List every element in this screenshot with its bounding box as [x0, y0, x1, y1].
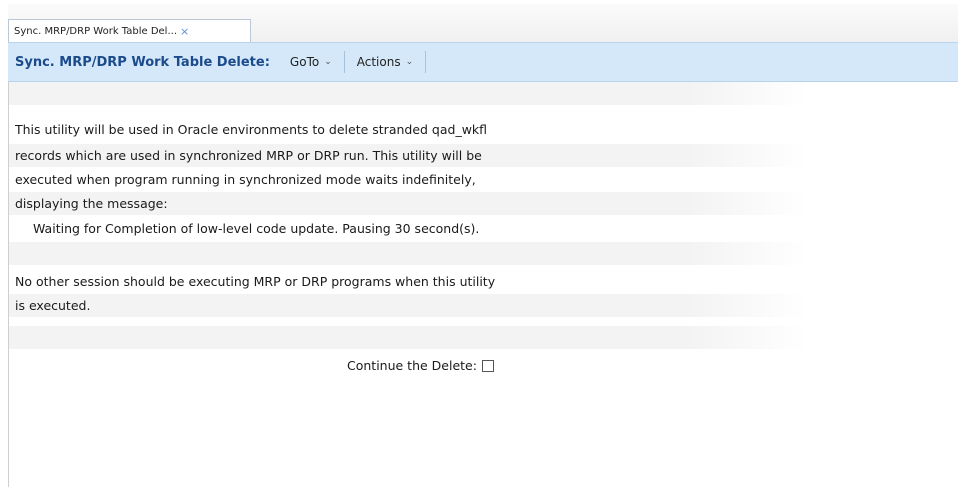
- chevron-down-icon: ⌄: [405, 57, 414, 67]
- tab-label: Sync. MRP/DRP Work Table Del...: [14, 25, 177, 37]
- toolbar-divider: [425, 51, 427, 73]
- toolbar: Sync. MRP/DRP Work Table Delete: GoTo ⌄ …: [8, 42, 958, 82]
- goto-label: GoTo: [289, 55, 320, 69]
- tab-strip: Sync. MRP/DRP Work Table Del... ×: [0, 0, 958, 42]
- message-line: Waiting for Completion of low-level code…: [33, 221, 480, 236]
- goto-menu[interactable]: GoTo ⌄: [278, 55, 344, 69]
- actions-label: Actions: [356, 55, 401, 69]
- spacer-row: [9, 82, 809, 105]
- spacer-row: [9, 326, 809, 349]
- text-line: No other session should be executing MRP…: [15, 274, 496, 289]
- text-line: This utility will be used in Oracle envi…: [15, 122, 488, 137]
- continue-delete-label: Continue the Delete:: [347, 358, 477, 373]
- spacer-row: [9, 242, 809, 265]
- actions-menu[interactable]: Actions ⌄: [345, 55, 425, 69]
- tab-sync-mrp-drp[interactable]: Sync. MRP/DRP Work Table Del... ×: [8, 19, 251, 42]
- continue-delete-checkbox[interactable]: [481, 359, 494, 372]
- text-line: records which are used in synchronized M…: [9, 144, 809, 167]
- chevron-down-icon: ⌄: [324, 57, 332, 67]
- text-line: executed when program running in synchro…: [15, 172, 476, 187]
- content-panel: This utility will be used in Oracle envi…: [8, 82, 958, 487]
- page-title: Sync. MRP/DRP Work Table Delete:: [15, 54, 270, 70]
- text-line: is executed.: [9, 294, 809, 317]
- continue-delete-field: Continue the Delete:: [347, 358, 494, 373]
- text-line: displaying the message:: [9, 192, 809, 215]
- close-icon[interactable]: ×: [180, 25, 189, 38]
